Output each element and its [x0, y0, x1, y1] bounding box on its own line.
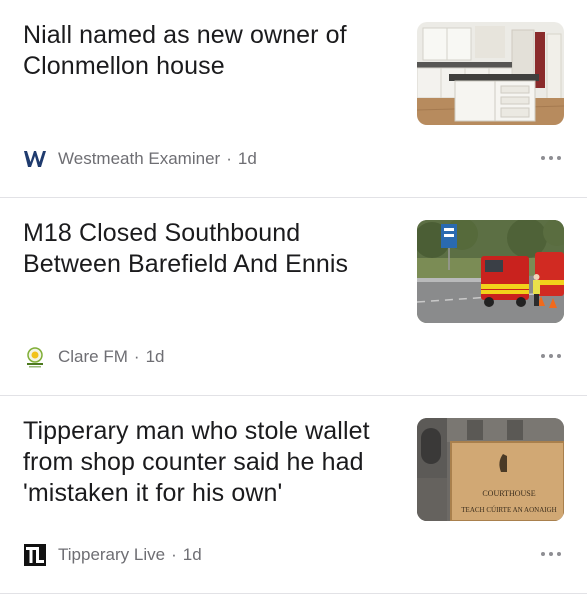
kitchen-photo — [417, 22, 564, 125]
courthouse-photo: COURTHOUSE TEACH CÚIRTE AN AONAIGH — [417, 418, 564, 521]
article-meta: Westmeath Examiner · 1d — [23, 146, 257, 172]
article-thumbnail[interactable] — [417, 22, 564, 125]
article-headline[interactable]: Tipperary man who stole wallet from shop… — [23, 416, 393, 509]
meta-separator: · — [171, 545, 177, 564]
tipperary-live-logo — [23, 543, 47, 567]
article-meta: Tipperary Live · 1d — [23, 542, 202, 568]
article-age: 1d — [145, 347, 165, 366]
article-card[interactable]: M18 Closed Southbound Between Barefield … — [0, 198, 587, 396]
news-feed: Niall named as new owner of Clonmellon h… — [0, 0, 587, 594]
article-headline[interactable]: M18 Closed Southbound Between Barefield … — [23, 218, 393, 280]
plaque-line-1: COURTHOUSE — [482, 489, 535, 498]
article-card[interactable]: Tipperary man who stole wallet from shop… — [0, 396, 587, 594]
article-headline[interactable]: Niall named as new owner of Clonmellon h… — [23, 20, 393, 82]
article-card[interactable]: Niall named as new owner of Clonmellon h… — [0, 0, 587, 198]
meta-separator: · — [226, 149, 232, 168]
article-thumbnail[interactable]: COURTHOUSE TEACH CÚIRTE AN AONAIGH — [417, 418, 564, 521]
article-thumbnail[interactable] — [417, 220, 564, 323]
westmeath-examiner-logo — [23, 147, 47, 171]
more-options-icon[interactable] — [541, 150, 561, 166]
article-age: 1d — [182, 545, 202, 564]
source-name[interactable]: Tipperary Live — [58, 545, 165, 565]
fire-engine-photo — [417, 220, 564, 323]
clare-fm-logo — [23, 345, 47, 369]
article-meta: Clare FM · 1d — [23, 344, 165, 370]
plaque-line-2: TEACH CÚIRTE AN AONAIGH — [461, 506, 556, 514]
more-options-icon[interactable] — [541, 546, 561, 562]
source-name[interactable]: Clare FM — [58, 347, 128, 367]
article-age: 1d — [237, 149, 257, 168]
meta-separator: · — [133, 347, 140, 366]
more-options-icon[interactable] — [541, 348, 561, 364]
source-name[interactable]: Westmeath Examiner — [58, 149, 220, 169]
